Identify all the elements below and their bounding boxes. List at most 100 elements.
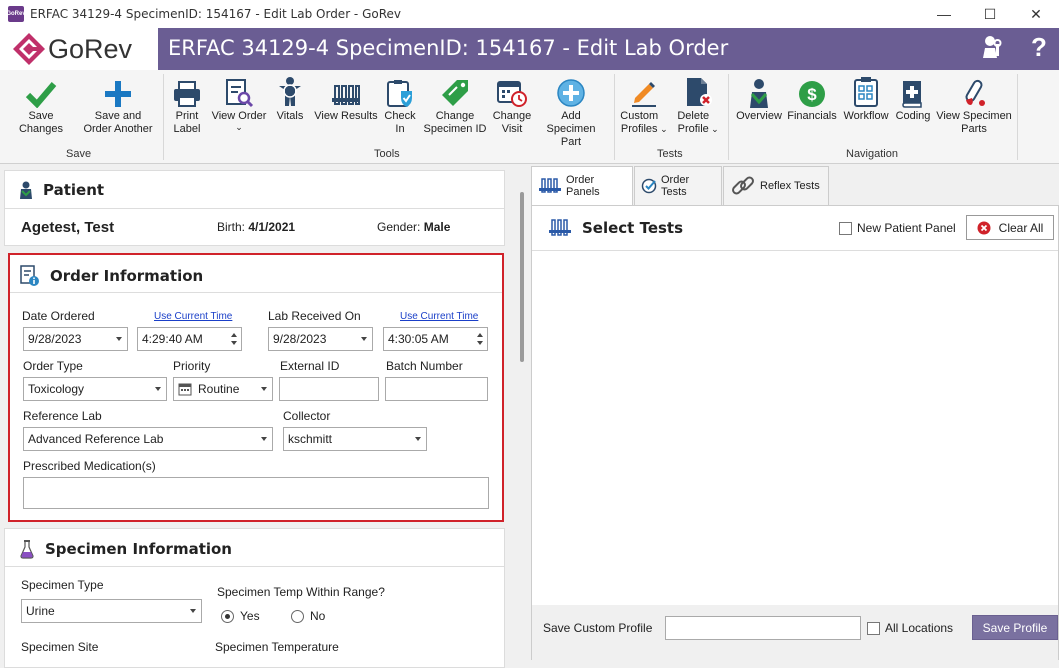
change-visit-label: Change Visit: [492, 110, 532, 135]
view-specimen-parts-button[interactable]: View Specimen Parts: [936, 74, 1012, 136]
checkbox-icon: [839, 221, 852, 235]
close-button[interactable]: ✕: [1013, 0, 1059, 28]
custom-profiles-button[interactable]: Custom Profiles ⌄: [620, 74, 668, 136]
new-patient-panel-label: New Patient Panel: [857, 221, 956, 235]
user-keys-icon[interactable]: [982, 34, 1004, 67]
lab-received-date-picker[interactable]: 9/28/2023: [268, 327, 373, 351]
scrollbar-thumb[interactable]: [520, 192, 524, 362]
maximize-button[interactable]: ☐: [967, 0, 1013, 28]
birth-date: 4/1/2021: [248, 220, 296, 234]
use-current-time-link[interactable]: Use Current Time: [400, 311, 478, 322]
time-ordered-value: 4:29:40 AM: [142, 332, 203, 346]
delete-profile-button[interactable]: Delete Profile ⌄: [674, 74, 722, 136]
save-custom-profile-input[interactable]: [665, 616, 861, 640]
lab-received-time-spinner[interactable]: 4:30:05 AM: [383, 327, 488, 351]
reference-lab-select[interactable]: Advanced Reference Lab: [23, 427, 273, 451]
prescribed-medications-input[interactable]: [23, 477, 489, 509]
gorev-logo[interactable]: GoRev: [0, 28, 158, 70]
save-changes-button[interactable]: Save Changes: [6, 74, 76, 136]
specimen-temperature-label: Specimen Temperature: [215, 640, 339, 654]
workflow-label: Workflow: [843, 110, 889, 122]
chevron-down-icon: [415, 437, 421, 441]
save-profile-button[interactable]: Save Profile: [972, 615, 1058, 640]
select-tests-panel: Select Tests New Patient Panel Clear All…: [531, 205, 1059, 661]
specimen-type-label: Specimen Type: [21, 578, 104, 592]
change-specimen-id-label: Change Specimen ID: [423, 110, 487, 135]
gender-value: Male: [423, 220, 451, 234]
priority-label: Priority: [173, 359, 211, 373]
tab-order-panels-label: Order Panels: [566, 174, 600, 198]
all-locations-checkbox[interactable]: All Locations: [867, 621, 953, 635]
save-and-order-another-button[interactable]: Save and Order Another: [82, 74, 154, 136]
checkbox-icon: [867, 621, 880, 635]
change-visit-button[interactable]: Change Visit: [493, 74, 531, 136]
spin-down-icon[interactable]: [477, 341, 483, 345]
overview-button[interactable]: Overview: [735, 74, 783, 123]
print-label-label: Print Label: [173, 110, 201, 135]
view-order-button[interactable]: View Order ⌄: [210, 74, 268, 132]
chevron-down-icon: ⌄: [660, 124, 668, 134]
gender-label: Gender:: [377, 220, 421, 234]
external-id-input[interactable]: [279, 377, 379, 401]
lab-received-label: Lab Received On: [268, 309, 361, 323]
divider: [5, 566, 504, 567]
chevron-down-icon: ⌄: [235, 122, 243, 132]
temp-range-yes-radio[interactable]: Yes: [221, 609, 260, 623]
save-and-order-another-label: Save and Order Another: [83, 110, 153, 135]
clipboard-shield-icon: [387, 80, 412, 107]
coding-button[interactable]: Coding: [895, 74, 931, 123]
print-label-button[interactable]: Print Label: [170, 74, 204, 136]
add-specimen-part-button[interactable]: Add Specimen Part: [536, 74, 606, 149]
document-info-icon: [20, 265, 39, 286]
tab-order-panels[interactable]: Order Panels: [531, 166, 633, 206]
lab-received-time-value: 4:30:05 AM: [388, 332, 449, 346]
vitals-button[interactable]: Vitals: [274, 74, 306, 123]
ribbon-separator: [614, 74, 615, 160]
help-icon[interactable]: ?: [1031, 32, 1047, 63]
batch-number-input[interactable]: [385, 377, 488, 401]
temp-range-no-radio[interactable]: No: [291, 609, 325, 623]
left-pane-scrollbar[interactable]: [519, 176, 525, 660]
change-specimen-id-button[interactable]: Change Specimen ID: [422, 74, 488, 136]
app-header: GoRev ERFAC 34129-4 SpecimenID: 154167 -…: [0, 28, 1059, 70]
plus-icon: [105, 81, 131, 107]
tab-order-tests[interactable]: Order Tests: [634, 166, 722, 206]
financials-button[interactable]: $ Financials: [787, 74, 837, 123]
tab-reflex-tests[interactable]: Reflex Tests: [723, 166, 829, 206]
order-information-panel: Order Information Date Ordered Use Curre…: [8, 253, 504, 522]
tag-icon: [442, 80, 468, 106]
birth-label: Birth:: [217, 220, 246, 234]
date-ordered-picker[interactable]: 9/28/2023: [23, 327, 128, 351]
minimize-button[interactable]: —: [921, 0, 967, 28]
logo-text: GoRev: [48, 33, 133, 64]
spin-up-icon[interactable]: [231, 333, 237, 337]
new-patient-panel-checkbox[interactable]: New Patient Panel: [839, 221, 956, 235]
check-in-button[interactable]: Check In: [384, 74, 416, 136]
collector-select[interactable]: kschmitt: [283, 427, 427, 451]
clear-all-button[interactable]: Clear All: [966, 215, 1054, 240]
body-icon: [279, 77, 301, 106]
patient-heading: Patient: [43, 181, 105, 199]
spin-down-icon[interactable]: [231, 341, 237, 345]
app-icon: GoRev: [6, 6, 26, 22]
priority-select[interactable]: Routine: [173, 377, 273, 401]
specimen-temp-range-label: Specimen Temp Within Range?: [217, 585, 385, 599]
patient-panel: Patient Agetest, Test Birth: 4/1/2021 Ge…: [4, 170, 505, 246]
check-circle-icon: [641, 178, 657, 194]
temp-range-yes-label: Yes: [240, 609, 260, 623]
order-type-select[interactable]: Toxicology: [23, 377, 167, 401]
view-results-button[interactable]: View Results: [313, 74, 379, 123]
workflow-button[interactable]: Workflow: [842, 74, 890, 123]
time-ordered-spinner[interactable]: 4:29:40 AM: [137, 327, 242, 351]
specimen-type-select[interactable]: Urine: [21, 599, 202, 623]
document-delete-icon: [687, 78, 712, 106]
external-id-label: External ID: [280, 359, 340, 373]
spin-up-icon[interactable]: [477, 333, 483, 337]
delete-profile-label: Delete Profile: [677, 110, 710, 135]
divider: [5, 208, 504, 209]
calendar-clock-icon: [497, 81, 527, 107]
temp-range-no-label: No: [310, 609, 326, 623]
save-profile-bar: Save Custom Profile All Locations Save P…: [532, 605, 1058, 661]
chain-link-icon: [732, 176, 754, 195]
use-current-time-link[interactable]: Use Current Time: [154, 311, 232, 322]
